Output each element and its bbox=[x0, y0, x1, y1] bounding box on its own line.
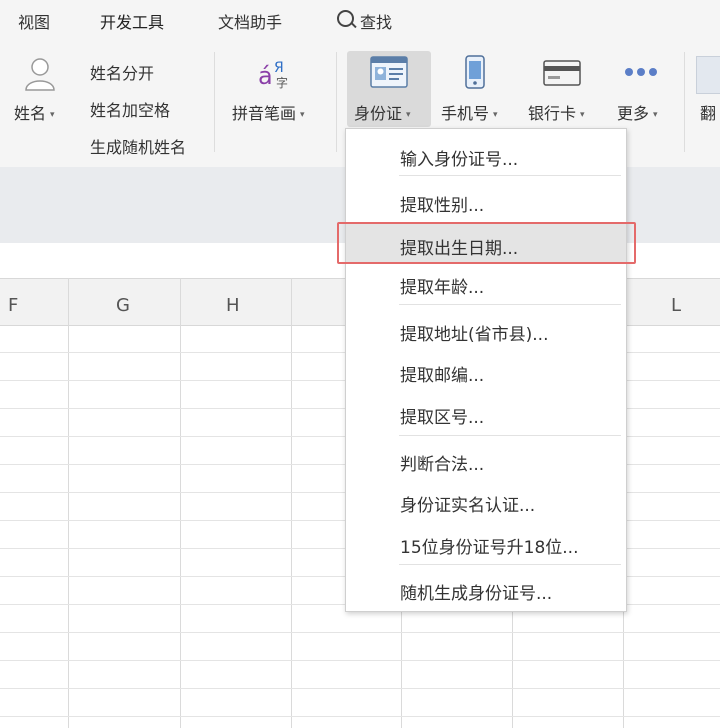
id-card-dropdown-menu: 输入身份证号... 提取性别... 提取出生日期... 提取年龄... 提取地址… bbox=[345, 128, 627, 612]
search-label: 查找 bbox=[360, 13, 393, 32]
svg-text:字: 字 bbox=[276, 75, 288, 90]
name-button[interactable]: 姓名 ▾ bbox=[14, 100, 55, 124]
translate-button[interactable]: 翻 bbox=[700, 100, 716, 124]
chevron-down-icon: ▾ bbox=[406, 109, 411, 120]
id-card-icon bbox=[370, 56, 408, 88]
column-header-l[interactable]: L bbox=[671, 295, 681, 316]
chevron-down-icon: ▾ bbox=[653, 109, 658, 120]
name-button-label: 姓名 bbox=[14, 104, 47, 123]
menu-item-label: 随机生成身份证号... bbox=[400, 584, 553, 604]
ribbon-separator bbox=[684, 52, 685, 152]
name-split-button[interactable]: 姓名分开 bbox=[90, 60, 154, 84]
pinyin-button-label: 拼音笔画 bbox=[232, 104, 297, 123]
menu-item-label: 提取地址(省市县)... bbox=[400, 325, 549, 345]
svg-text:á: á bbox=[258, 62, 273, 90]
name-add-space-button[interactable]: 姓名加空格 bbox=[90, 97, 170, 121]
more-button[interactable]: 更多 ▾ bbox=[617, 100, 658, 124]
bank-card-button-label: 银行卡 bbox=[528, 104, 577, 123]
phone-button[interactable]: 手机号 ▾ bbox=[441, 100, 498, 124]
menu-item-extract-areacode[interactable]: 提取区号... bbox=[346, 393, 626, 431]
menu-doc-assistant[interactable]: 文档助手 bbox=[218, 9, 282, 33]
menu-item-extract-gender[interactable]: 提取性别... bbox=[346, 181, 626, 219]
ribbon-separator bbox=[336, 52, 337, 152]
menu-item-label: 输入身份证号... bbox=[400, 150, 519, 170]
pinyin-button[interactable]: 拼音笔画 ▾ bbox=[232, 100, 305, 124]
svg-text:Я: Я bbox=[274, 60, 284, 76]
bank-card-button[interactable]: 银行卡 ▾ bbox=[528, 100, 585, 124]
menu-separator bbox=[399, 564, 621, 565]
grid-line bbox=[0, 716, 720, 717]
menu-item-upgrade-15-to-18[interactable]: 15位身份证号升18位... bbox=[346, 523, 626, 561]
ribbon-separator bbox=[214, 52, 215, 152]
column-header-f[interactable]: F bbox=[8, 295, 18, 316]
grid-line bbox=[0, 660, 720, 661]
id-card-label: 身份证 ▾ bbox=[354, 100, 411, 124]
phone-icon bbox=[465, 55, 485, 89]
menu-item-extract-address[interactable]: 提取地址(省市县)... bbox=[346, 310, 626, 348]
chevron-down-icon: ▾ bbox=[300, 109, 305, 120]
menu-separator bbox=[399, 304, 621, 305]
pinyin-icon: á Я 字 bbox=[258, 60, 288, 90]
menu-item-realname-verify[interactable]: 身份证实名认证... bbox=[346, 481, 626, 519]
menu-item-label: 身份证实名认证... bbox=[400, 496, 536, 516]
menu-item-extract-age[interactable]: 提取年龄... bbox=[346, 263, 626, 301]
menu-item-label: 提取区号... bbox=[400, 408, 485, 428]
highlight-box bbox=[337, 222, 636, 264]
menu-item-label: 提取邮编... bbox=[400, 366, 485, 386]
search-icon bbox=[337, 10, 354, 27]
menu-item-label: 提取性别... bbox=[400, 196, 485, 216]
menu-item-validate[interactable]: 判断合法... bbox=[346, 440, 626, 478]
person-icon bbox=[25, 58, 55, 91]
menu-separator bbox=[399, 435, 621, 436]
menu-view[interactable]: 视图 bbox=[18, 9, 50, 33]
menu-dev-tools[interactable]: 开发工具 bbox=[100, 9, 164, 33]
chevron-down-icon: ▾ bbox=[580, 109, 585, 120]
column-header-h[interactable]: H bbox=[226, 295, 240, 316]
id-card-label-text: 身份证 bbox=[354, 104, 403, 123]
grid-line bbox=[0, 688, 720, 689]
more-dots-icon bbox=[625, 68, 657, 76]
phone-button-label: 手机号 bbox=[441, 104, 490, 123]
menu-item-label: 提取年龄... bbox=[400, 278, 485, 298]
chevron-down-icon: ▾ bbox=[493, 109, 498, 120]
translate-icon bbox=[696, 56, 720, 94]
menu-bar: 视图 开发工具 文档助手 查找 bbox=[0, 0, 720, 42]
chevron-down-icon: ▾ bbox=[50, 109, 55, 120]
menu-item-input-id[interactable]: 输入身份证号... bbox=[346, 135, 626, 173]
more-button-label: 更多 bbox=[617, 104, 650, 123]
menu-item-extract-postcode[interactable]: 提取邮编... bbox=[346, 351, 626, 389]
menu-separator bbox=[399, 175, 621, 176]
random-name-button[interactable]: 生成随机姓名 bbox=[90, 134, 186, 158]
menu-item-random-id[interactable]: 随机生成身份证号... bbox=[346, 569, 626, 607]
grid-line bbox=[0, 632, 720, 633]
bank-card-icon bbox=[543, 60, 581, 86]
menu-item-label: 判断合法... bbox=[400, 455, 485, 475]
menu-item-label: 15位身份证号升18位... bbox=[400, 538, 579, 558]
column-header-g[interactable]: G bbox=[116, 295, 130, 316]
